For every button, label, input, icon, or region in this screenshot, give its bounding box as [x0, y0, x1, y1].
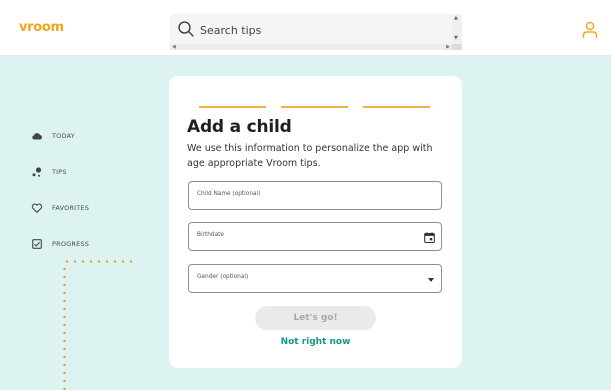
- search-icon: [178, 21, 194, 37]
- chevron-down-icon[interactable]: [428, 278, 434, 282]
- gender-placeholder: Gender (optional): [197, 274, 249, 280]
- sidebar-item-label: TODAY: [52, 132, 75, 140]
- not-right-now-link[interactable]: Not right now: [169, 337, 462, 347]
- birthdate-placeholder: Birthdate: [197, 232, 224, 238]
- sidebar-item-progress[interactable]: PROGRESS: [31, 236, 89, 252]
- sidebar-item-label: PROGRESS: [52, 240, 90, 248]
- search-input[interactable]: [200, 20, 445, 40]
- scroll-right-icon[interactable]: ▶: [446, 44, 450, 50]
- search-scrollbar-horizontal[interactable]: ◀ ▶: [170, 44, 452, 50]
- scroll-left-icon[interactable]: ◀: [172, 44, 176, 50]
- birthdate-field[interactable]: Birthdate: [188, 222, 442, 251]
- scroll-down-icon[interactable]: ▼: [454, 36, 458, 41]
- checklist-icon: [32, 239, 42, 249]
- sidebar-item-favorites[interactable]: FAVORITES: [31, 200, 89, 216]
- account-icon[interactable]: [582, 21, 598, 39]
- sidebar-item-tips[interactable]: TIPS: [31, 164, 67, 180]
- scrollbar-corner: [452, 44, 462, 50]
- search-scrollbar-vertical[interactable]: ▲ ▼: [452, 14, 462, 44]
- sidebar-item-today[interactable]: TODAY: [31, 128, 75, 144]
- gender-select[interactable]: Gender (optional): [188, 264, 442, 293]
- sidebar-item-label: FAVORITES: [52, 204, 90, 212]
- top-bar: vroom ▲ ▼ ◀ ▶: [0, 0, 611, 56]
- step-indicator-1: [199, 106, 266, 108]
- tips-icon: [32, 167, 42, 177]
- progress-dotted-line-vertical: [63, 265, 66, 390]
- child-name-field[interactable]: Child Name (optional): [188, 181, 442, 210]
- scroll-up-icon[interactable]: ▲: [454, 16, 458, 21]
- step-indicator-2: [281, 106, 348, 108]
- progress-dotted-line: [63, 260, 137, 263]
- cloud-icon: [32, 133, 42, 140]
- search-box[interactable]: ▲ ▼ ◀ ▶: [170, 14, 462, 50]
- heart-icon: [31, 203, 43, 214]
- page-title: Add a child: [187, 117, 292, 137]
- step-indicator-3: [363, 106, 430, 108]
- sidebar-item-label: TIPS: [52, 168, 67, 176]
- form-description: We use this information to personalize t…: [187, 143, 433, 169]
- vroom-logo[interactable]: vroom: [19, 20, 64, 35]
- calendar-icon[interactable]: [424, 232, 435, 243]
- lets-go-button[interactable]: Let's go!: [255, 306, 376, 330]
- child-name-placeholder: Child Name (optional): [197, 191, 261, 197]
- add-child-card: Add a child We use this information to p…: [169, 76, 462, 368]
